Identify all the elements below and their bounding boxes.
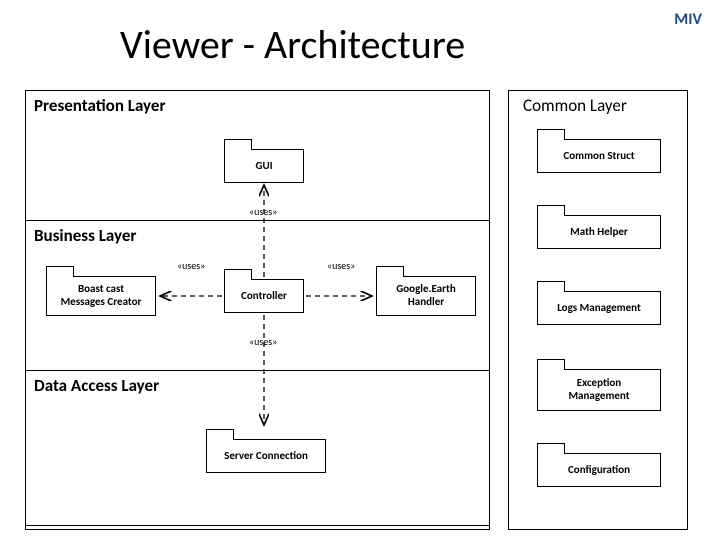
pkg-gui: GUI: [224, 149, 304, 183]
pkg-ge-handler: Google.Earth Handler: [376, 276, 476, 316]
pkg-exception-management: Exception Management: [537, 369, 661, 411]
uses-label-controller-server: «uses»: [248, 335, 278, 348]
common-layer-box: Common Layer Common Struct Math Helper L…: [508, 90, 688, 530]
brand-label: MIV: [674, 10, 702, 29]
main-diagram: Presentation Layer Business Layer Data A…: [25, 90, 490, 530]
uses-label-controller-ge: «uses»: [326, 259, 356, 272]
page-title: Viewer - Architecture: [120, 20, 465, 69]
presentation-layer-label: Presentation Layer: [34, 95, 166, 116]
common-layer-label: Common Layer: [523, 95, 627, 116]
business-layer-label: Business Layer: [34, 225, 136, 246]
pkg-common-struct: Common Struct: [537, 139, 661, 173]
pkg-server-connection: Server Connection: [206, 439, 326, 473]
pkg-broadcast: Boast cast Messages Creator: [46, 276, 156, 316]
pkg-math-helper: Math Helper: [537, 215, 661, 249]
pkg-logs-management: Logs Management: [537, 291, 661, 325]
data-access-layer-label: Data Access Layer: [34, 375, 159, 396]
uses-label-controller-broadcast: «uses»: [176, 259, 206, 272]
uses-label-gui-controller: «uses»: [248, 205, 278, 218]
pkg-controller: Controller: [224, 279, 304, 313]
pkg-configuration: Configuration: [537, 453, 661, 487]
